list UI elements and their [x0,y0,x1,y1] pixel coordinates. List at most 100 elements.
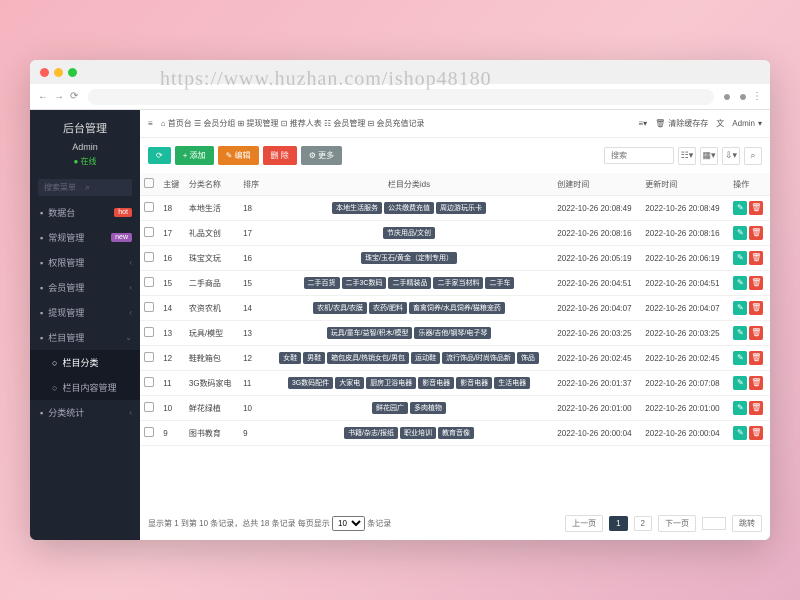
search-button-icon[interactable]: ⌕ [744,147,762,165]
row-delete-button[interactable]: 🗑 [749,401,763,415]
nav-item[interactable]: ☷ 会员管理 [324,119,365,128]
row-edit-button[interactable]: ✎ [733,251,747,265]
browser-urlbar: ← → ⟳ ⋮ [30,84,770,110]
row-delete-button[interactable]: 🗑 [749,376,763,390]
nav-item[interactable]: ☰ 会员分组 [194,119,235,128]
add-button[interactable]: + 添加 [175,146,214,165]
minimize-dot[interactable] [54,68,63,77]
close-dot[interactable] [40,68,49,77]
jump-button[interactable]: 跳转 [732,515,762,532]
row-edit-button[interactable]: ✎ [733,301,747,315]
row-edit-button[interactable]: ✎ [733,351,747,365]
row-edit-button[interactable]: ✎ [733,401,747,415]
search-icon: ⌕ [85,182,126,193]
prev-page-button[interactable]: 上一页 [565,515,603,532]
topnav-dropdown-icon[interactable]: ≡▾ [638,119,647,128]
menu-toggle-icon[interactable]: ≡ [148,119,153,128]
row-delete-button[interactable]: 🗑 [749,226,763,240]
export-icon[interactable]: ⇩▾ [722,147,740,165]
category-tag: 二手家当材料 [433,277,483,289]
address-bar[interactable] [88,89,714,105]
row-edit-button[interactable]: ✎ [733,376,747,390]
category-tag: 公共缴费充值 [384,202,434,214]
category-tag: 运动鞋 [411,352,440,364]
row-delete-button[interactable]: 🗑 [749,426,763,440]
forward-icon[interactable]: → [54,91,64,102]
row-delete-button[interactable]: 🗑 [749,301,763,315]
back-icon[interactable]: ← [38,91,48,102]
sidebar-item[interactable]: ▪ 权限管理‹ [30,250,140,275]
reload-icon[interactable]: ⟳ [70,91,78,102]
select-all-checkbox[interactable] [144,178,154,188]
row-checkbox[interactable] [144,302,154,312]
category-tag: 二手3C数码 [342,277,387,289]
page-jump-input[interactable] [702,517,726,530]
page-1-button[interactable]: 1 [609,516,627,531]
table-row: 9图书教育9书籍/杂志/报纸职业培训教育音像2022-10-26 20:00:0… [140,421,770,446]
row-delete-button[interactable]: 🗑 [749,201,763,215]
table-row: 17礼品文创17节庆用品/文创2022-10-26 20:08:162022-1… [140,221,770,246]
sidebar-item[interactable]: ○ 栏目内容管理 [30,375,140,400]
user-menu[interactable]: Admin ▾ [732,119,762,128]
nav-item[interactable]: ⊟ 会员充值记录 [368,119,425,128]
search-input[interactable] [604,147,674,164]
page-size-select[interactable]: 10 [332,516,365,531]
sidebar-item[interactable]: ▪ 提现管理‹ [30,300,140,325]
table-row: 113G数码家电113G数码配件大家电厨房卫浴电器影音电器影音电器生活电器202… [140,371,770,396]
row-checkbox[interactable] [144,202,154,212]
row-checkbox[interactable] [144,227,154,237]
row-checkbox[interactable] [144,377,154,387]
row-edit-button[interactable]: ✎ [733,276,747,290]
more-button[interactable]: ⚙ 更多 [301,146,342,165]
row-edit-button[interactable]: ✎ [733,426,747,440]
category-tag: 玩具/童车/益智/积木/模型 [327,327,413,339]
row-checkbox[interactable] [144,327,154,337]
category-tag: 二手精装品 [388,277,431,289]
row-delete-button[interactable]: 🗑 [749,351,763,365]
browser-menu-dot[interactable] [724,94,730,100]
category-tag: 二手百货 [304,277,340,289]
row-checkbox[interactable] [144,352,154,362]
sidebar-item[interactable]: ▪ 常规管理new [30,225,140,250]
pagination: 显示第 1 到第 10 条记录，总共 18 条记录 每页显示 10 条记录 上一… [140,507,770,540]
nav-item[interactable]: ⌂ 首页台 [161,119,192,128]
maximize-dot[interactable] [68,68,77,77]
next-page-button[interactable]: 下一页 [658,515,696,532]
row-delete-button[interactable]: 🗑 [749,326,763,340]
refresh-button[interactable]: ⟳ [148,147,171,164]
language-icon[interactable]: 文 [716,118,724,129]
row-checkbox[interactable] [144,252,154,262]
sidebar-item[interactable]: ▪ 会员管理‹ [30,275,140,300]
delete-button[interactable]: 删 除 [263,146,297,165]
row-edit-button[interactable]: ✎ [733,201,747,215]
category-tag: 周边游玩乐卡 [436,202,486,214]
sidebar-item[interactable]: ▪ 数据台hot [30,200,140,225]
browser-menu-dot[interactable] [740,94,746,100]
sidebar-item[interactable]: ○ 栏目分类 [30,350,140,375]
sidebar-user: Admin [30,142,140,156]
row-edit-button[interactable]: ✎ [733,226,747,240]
row-checkbox[interactable] [144,277,154,287]
category-tag: 多肉植物 [410,402,446,414]
row-delete-button[interactable]: 🗑 [749,251,763,265]
table-row: 10鲜花绿植10鲜花园广多肉植物2022-10-26 20:01:002022-… [140,396,770,421]
table-row: 14农资农机14农机/农具/农膜农药/肥料畜禽饲养/水具饲养/猫粮宠药2022-… [140,296,770,321]
row-checkbox[interactable] [144,427,154,437]
columns-icon[interactable]: ☷▾ [678,147,696,165]
sidebar-item[interactable]: ▪ 栏目管理⌄ [30,325,140,350]
row-delete-button[interactable]: 🗑 [749,276,763,290]
category-tag: 厨房卫浴电器 [366,377,416,389]
category-tag: 二手车 [485,277,514,289]
clear-cache-button[interactable]: 🗑 清除缓存存 [655,118,708,129]
grid-icon[interactable]: ▦▾ [700,147,718,165]
nav-item[interactable]: ⊡ 推荐人表 [281,119,322,128]
category-tag: 节庆用品/文创 [383,227,435,239]
browser-menu-icon[interactable]: ⋮ [752,91,762,102]
nav-item[interactable]: ⊞ 提现管理 [238,119,279,128]
edit-button[interactable]: ✎ 编辑 [218,146,259,165]
row-checkbox[interactable] [144,402,154,412]
row-edit-button[interactable]: ✎ [733,326,747,340]
page-2-button[interactable]: 2 [634,516,652,531]
sidebar-item[interactable]: ▪ 分类统计‹ [30,400,140,425]
sidebar-search[interactable]: 搜索菜单 ⌕ [38,179,132,196]
